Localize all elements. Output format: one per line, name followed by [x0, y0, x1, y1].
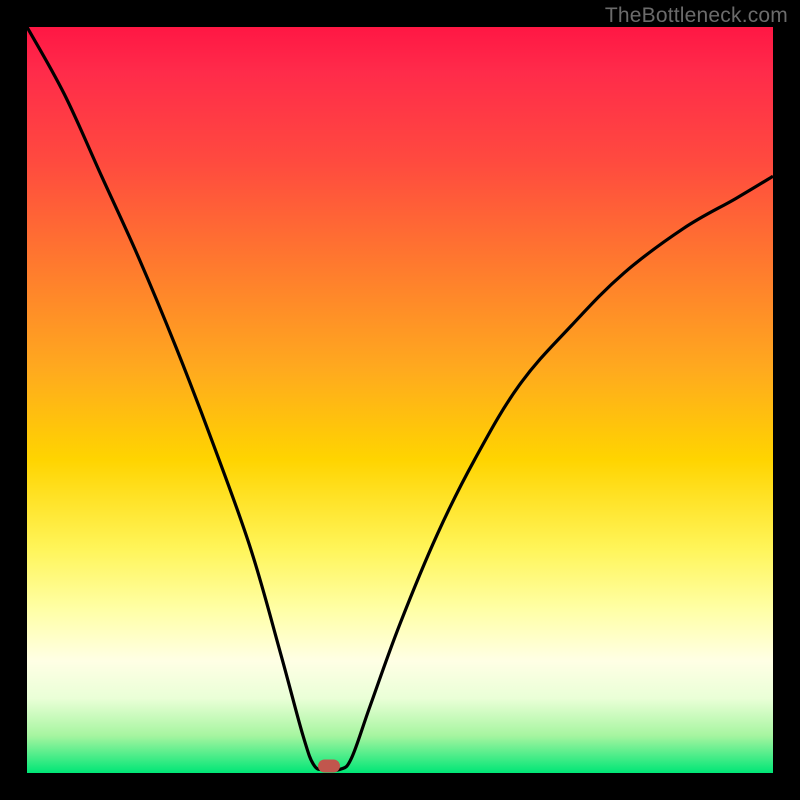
bottleneck-curve — [27, 27, 773, 773]
watermark-text: TheBottleneck.com — [605, 4, 788, 28]
optimal-point-marker — [318, 759, 340, 772]
chart-frame — [27, 27, 773, 773]
